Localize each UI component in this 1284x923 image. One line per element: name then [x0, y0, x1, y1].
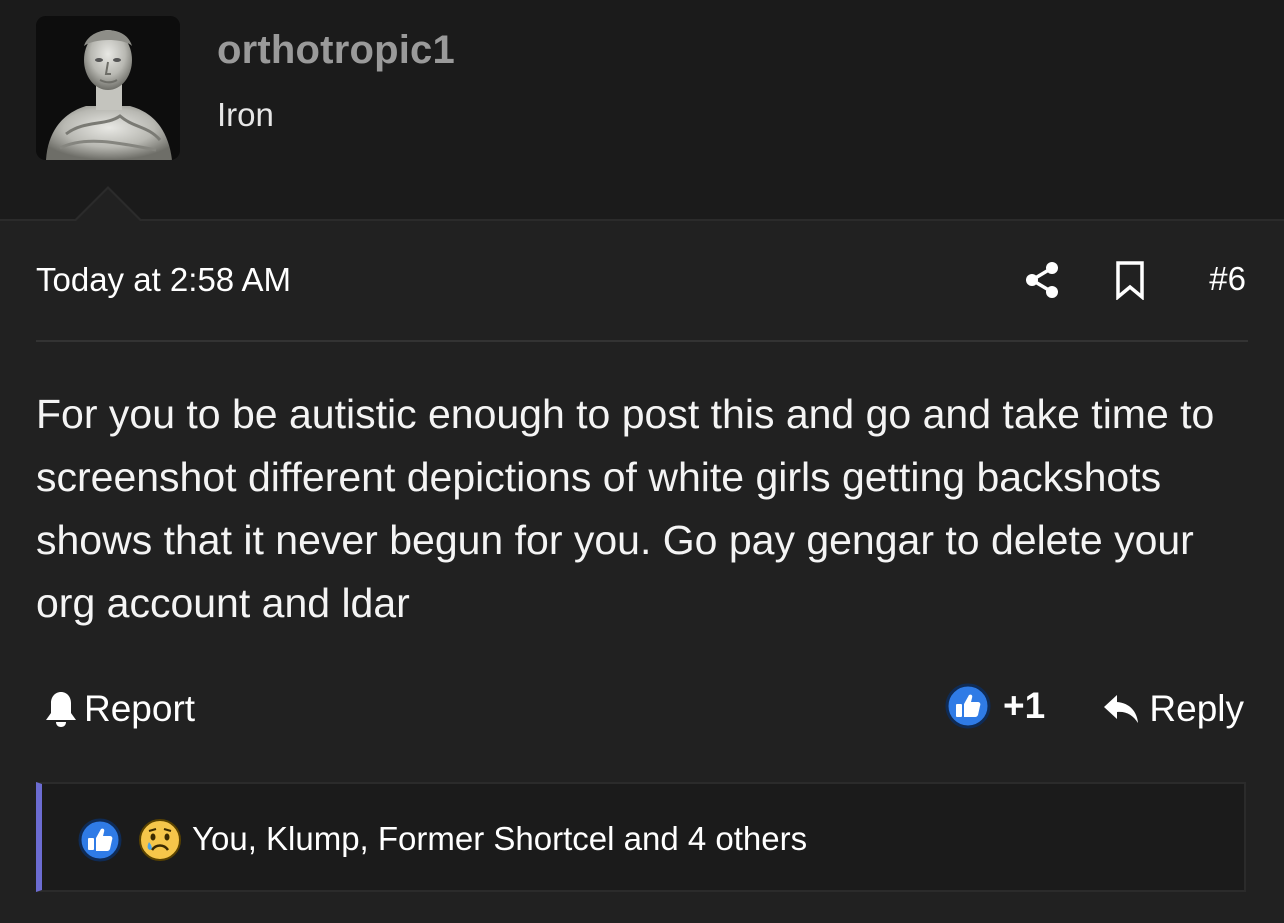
- post-number-link[interactable]: #6: [1209, 260, 1246, 298]
- reactions-users-text[interactable]: You, Klump, Former Shortcel and 4 others: [192, 820, 807, 858]
- marble-bust-avatar-icon: [36, 16, 180, 160]
- post-user-header: orthotropic1 Iron: [0, 0, 1284, 221]
- forum-post-page: orthotropic1 Iron Today at 2:58 AM #6 Fo…: [0, 0, 1284, 923]
- like-icon: [78, 818, 122, 862]
- report-button[interactable]: Report: [44, 688, 195, 730]
- post-timestamp[interactable]: Today at 2:58 AM: [36, 261, 291, 299]
- reply-button[interactable]: Reply: [1101, 688, 1244, 730]
- bell-icon: [46, 692, 76, 727]
- share-icon[interactable]: [1022, 260, 1062, 300]
- sad-cry-icon: [139, 819, 181, 861]
- reply-arrow-icon: [1104, 695, 1139, 723]
- like-button[interactable]: +1: [945, 683, 1045, 729]
- reactions-summary-bar[interactable]: You, Klump, Former Shortcel and 4 others: [36, 782, 1246, 892]
- post-body-text: For you to be autistic enough to post th…: [36, 391, 1215, 626]
- post-meta-actions: #6: [1016, 258, 1246, 302]
- user-rank-title: Iron: [217, 96, 274, 133]
- user-avatar[interactable]: [36, 16, 180, 160]
- reply-label: Reply: [1149, 688, 1244, 729]
- bookmark-icon[interactable]: [1110, 260, 1150, 301]
- report-label: Report: [84, 688, 196, 729]
- header-pointer-arrow: [74, 186, 142, 221]
- like-count: +1: [1003, 685, 1046, 726]
- thumbs-up-icon: [945, 683, 991, 729]
- username-link[interactable]: orthotropic1: [217, 28, 455, 73]
- meta-divider: [36, 340, 1248, 342]
